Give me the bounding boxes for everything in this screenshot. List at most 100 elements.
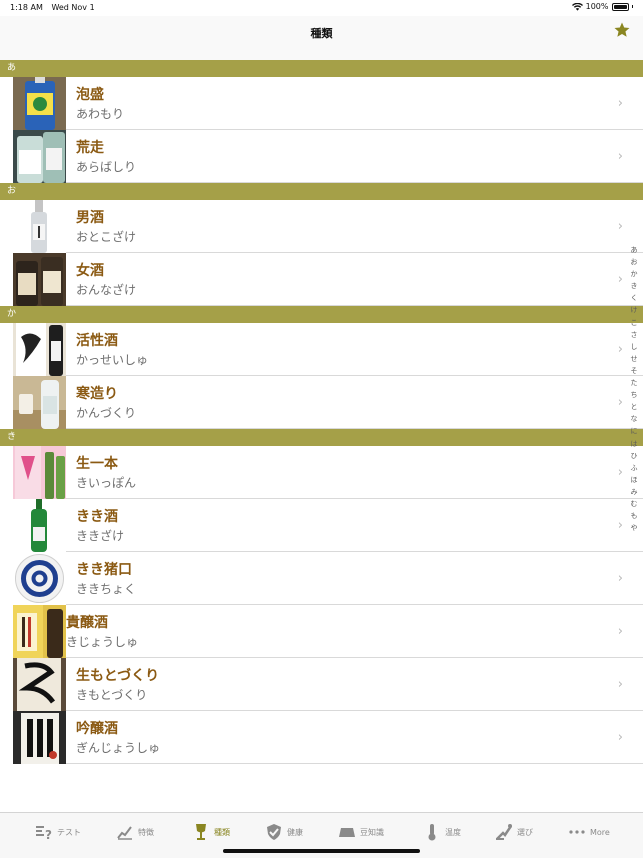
kikichoku-thumbnail	[13, 552, 66, 605]
list-item-kijoshu[interactable]: 貴醸酒 きじょうしゅ ›	[0, 605, 643, 658]
item-title: きき猪口	[76, 562, 132, 578]
chevron-right-icon: ›	[617, 518, 623, 533]
index-letter[interactable]: せ	[629, 353, 639, 365]
chart-icon	[117, 826, 132, 840]
item-subtitle: あらばしり	[76, 160, 137, 174]
list-item-arabashiri[interactable]: 荒走 あらばしり ›	[0, 130, 643, 183]
index-letter[interactable]: も	[629, 510, 639, 522]
bean-icon	[339, 828, 355, 837]
item-subtitle: ききちょく	[76, 582, 137, 596]
index-letter[interactable]: た	[629, 377, 639, 389]
chevron-right-icon: ›	[617, 149, 623, 164]
item-subtitle: あわもり	[76, 107, 125, 121]
item-subtitle: きもとづくり	[76, 688, 148, 702]
otokozake-thumbnail	[13, 200, 66, 253]
index-letter[interactable]: あ	[629, 244, 639, 256]
index-letter[interactable]: こ	[629, 317, 639, 329]
list-item-awamori[interactable]: 泡盛 あわもり ›	[0, 77, 643, 130]
list-item-ginjoshu[interactable]: 吟醸酒 ぎんじょうしゅ ›	[0, 711, 643, 764]
ginjoshu-thumbnail	[13, 711, 66, 764]
tab-trivia[interactable]: 豆知識	[338, 823, 384, 841]
chevron-right-icon: ›	[617, 395, 623, 410]
index-letter[interactable]: ふ	[629, 462, 639, 474]
chevron-right-icon: ›	[617, 465, 623, 480]
tab-label: 特徴	[138, 827, 154, 837]
tab-health[interactable]: 健康	[265, 823, 303, 841]
item-title: 吟醸酒	[76, 721, 118, 737]
section-index[interactable]: あおかきくけこさしせそたちとなにはひふほみむもや	[629, 244, 639, 534]
index-letter[interactable]: な	[629, 413, 639, 425]
tab-label: テスト	[57, 827, 81, 837]
thermometer-icon	[428, 824, 436, 841]
kikizake-thumbnail	[13, 499, 66, 552]
index-letter[interactable]: そ	[629, 365, 639, 377]
section-header-a: あ	[0, 60, 643, 77]
index-letter[interactable]: き	[629, 280, 639, 292]
list-item-kikichoku[interactable]: きき猪口 ききちょく ›	[0, 552, 643, 605]
item-title: 生一本	[76, 456, 118, 472]
item-title: 荒走	[76, 140, 104, 156]
index-letter[interactable]: け	[629, 304, 639, 316]
tab-test[interactable]: ? テスト	[35, 823, 81, 841]
tab-more[interactable]: More	[568, 823, 610, 841]
tab-label: 種類	[214, 827, 230, 837]
more-icon	[569, 830, 585, 834]
index-letter[interactable]: と	[629, 401, 639, 413]
navigation-bar: 種類	[0, 16, 643, 60]
chevron-right-icon: ›	[617, 272, 623, 287]
index-letter[interactable]: く	[629, 292, 639, 304]
index-letter[interactable]: お	[629, 256, 639, 268]
item-title: 男酒	[76, 210, 104, 226]
index-letter[interactable]: み	[629, 486, 639, 498]
index-letter[interactable]: に	[629, 425, 639, 437]
index-letter[interactable]: ひ	[629, 450, 639, 462]
index-letter[interactable]: さ	[629, 329, 639, 341]
section-header-ki: き	[0, 429, 643, 446]
item-title: 女酒	[76, 263, 104, 279]
index-letter[interactable]: し	[629, 341, 639, 353]
section-header-o: お	[0, 183, 643, 200]
item-subtitle: かっせいしゅ	[76, 353, 149, 367]
index-letter[interactable]: ほ	[629, 474, 639, 486]
index-letter[interactable]: や	[629, 522, 639, 534]
list-item-kimotozukuri[interactable]: 生もとづくり きもとづくり ›	[0, 658, 643, 711]
item-title: 活性酒	[76, 333, 118, 349]
chevron-right-icon: ›	[617, 730, 623, 745]
tab-temperature[interactable]: 温度	[423, 823, 461, 841]
tab-label: 選び	[517, 827, 533, 837]
item-title: 寒造り	[76, 386, 118, 402]
status-bar: 1:18 AM Wed Nov 1 100%	[0, 0, 643, 16]
list-item-kasseishu[interactable]: 活性酒 かっせいしゅ ›	[0, 323, 643, 376]
list-item-kikizake[interactable]: きき酒 ききざけ ›	[0, 499, 643, 552]
sake-type-list[interactable]: あ 泡盛 あわもり › 荒走 あらばしり › お 男酒 おとこざけ › 女酒 お…	[0, 60, 643, 812]
section-header-ka: か	[0, 306, 643, 323]
index-letter[interactable]: は	[629, 438, 639, 450]
list-item-onnazake[interactable]: 女酒 おんなざけ ›	[0, 253, 643, 306]
index-letter[interactable]: む	[629, 498, 639, 510]
item-subtitle: きじょうしゅ	[66, 635, 139, 649]
kimotozukuri-thumbnail	[13, 658, 66, 711]
chevron-right-icon: ›	[617, 96, 623, 111]
index-letter[interactable]: ち	[629, 389, 639, 401]
tab-types[interactable]: 種類	[192, 823, 230, 841]
item-subtitle: おんなざけ	[76, 283, 137, 297]
chevron-right-icon: ›	[617, 342, 623, 357]
battery-icon	[611, 2, 629, 11]
hand-pick-icon	[496, 824, 513, 840]
index-letter[interactable]: か	[629, 268, 639, 280]
tab-features[interactable]: 特徴	[116, 823, 154, 841]
onnazake-thumbnail	[13, 253, 66, 306]
list-item-otokozake[interactable]: 男酒 おとこざけ ›	[0, 200, 643, 253]
list-item-kanzukuri[interactable]: 寒造り かんづくり ›	[0, 376, 643, 429]
status-date: Wed Nov 1	[51, 3, 95, 12]
chevron-right-icon: ›	[617, 219, 623, 234]
star-icon[interactable]	[613, 21, 631, 39]
tab-label: More	[590, 827, 610, 837]
status-right: 100%	[571, 2, 633, 11]
list-item-kiippon[interactable]: 生一本 きいっぽん ›	[0, 446, 643, 499]
chevron-right-icon: ›	[617, 624, 623, 639]
svg-text:?: ?	[45, 828, 52, 841]
kiippon-thumbnail	[13, 446, 66, 499]
page-title: 種類	[310, 27, 333, 40]
tab-choose[interactable]: 選び	[495, 823, 533, 841]
